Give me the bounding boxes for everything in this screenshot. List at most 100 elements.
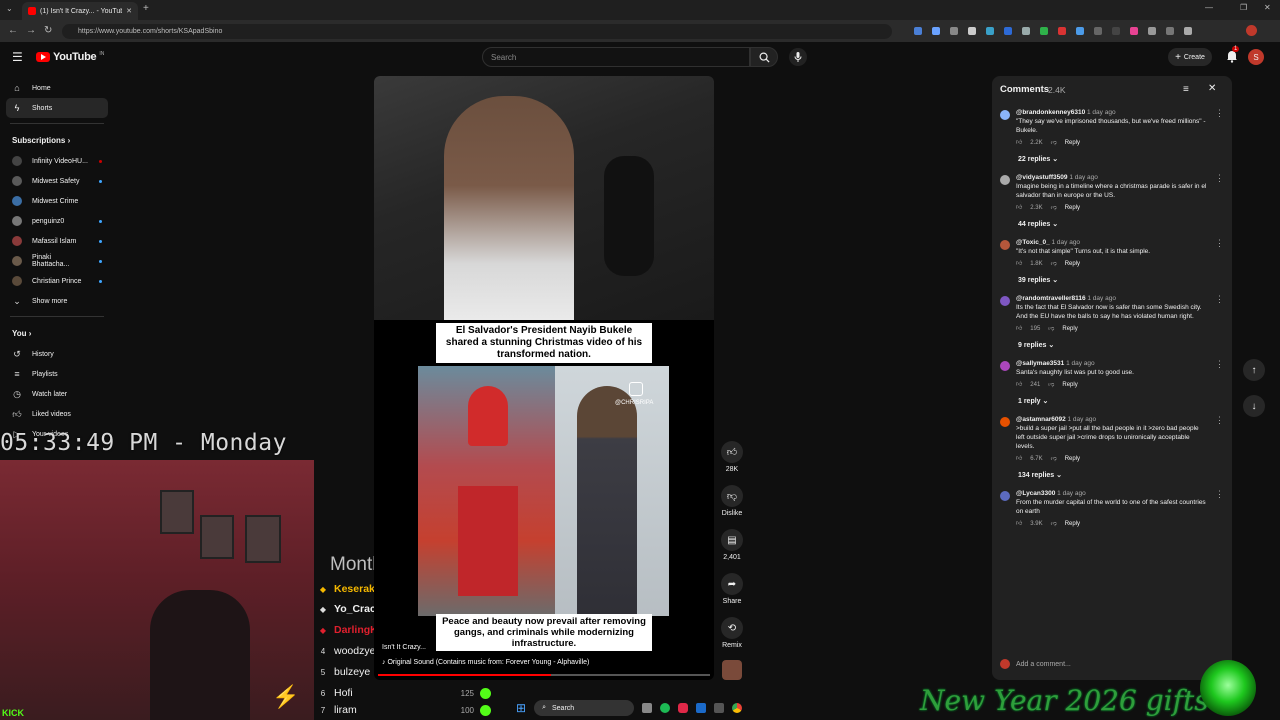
extension-icon[interactable]	[1130, 27, 1138, 35]
remix-button[interactable]: ⟲ Remix	[718, 617, 746, 649]
shorts-video-player[interactable]: El Salvador's President Nayib Bukele sha…	[374, 76, 714, 680]
extension-icon[interactable]	[950, 27, 958, 35]
forward-icon[interactable]: →	[26, 25, 36, 36]
reload-icon[interactable]: ↻	[44, 25, 52, 36]
reply-button[interactable]: Reply	[1065, 204, 1080, 213]
show-more-button[interactable]: ⌄ Show more	[0, 291, 114, 311]
extension-icon[interactable]	[1166, 27, 1174, 35]
sort-icon[interactable]: ≡	[1183, 84, 1189, 95]
subscription-item[interactable]: penguinz0	[0, 211, 114, 231]
extension-icon[interactable]	[1112, 27, 1120, 35]
thumbs-down-icon[interactable]: 👎︎	[1048, 381, 1054, 390]
voice-search-button[interactable]	[789, 48, 807, 66]
thumbs-up-icon[interactable]: 👍︎	[1016, 260, 1022, 269]
next-short-button[interactable]: ↓	[1243, 395, 1265, 417]
add-comment-field[interactable]: Add a comment...	[1000, 659, 1071, 669]
thumbs-up-icon[interactable]: 👍︎	[1016, 325, 1022, 334]
close-tab-icon[interactable]: ✕	[126, 7, 132, 15]
thumbs-down-icon[interactable]: 👎︎	[1051, 455, 1057, 464]
subscription-item[interactable]: Midwest Safety	[0, 171, 114, 191]
more-options-icon[interactable]: ⋮	[1215, 173, 1224, 184]
extension-icon[interactable]	[1040, 27, 1048, 35]
sidebar-item-watch-later[interactable]: ◷ Watch later	[0, 384, 114, 404]
taskbar-search[interactable]: ⌕ Search	[534, 700, 635, 716]
more-options-icon[interactable]: ⋮	[1215, 108, 1224, 119]
video-progress-bar[interactable]	[378, 674, 710, 676]
tab-menu-icon[interactable]: ⌄	[6, 4, 13, 13]
back-icon[interactable]: ←	[8, 25, 18, 36]
commenter-avatar[interactable]	[1000, 296, 1010, 306]
extension-icon[interactable]	[986, 27, 994, 35]
comments-button[interactable]: ▤ 2,401	[718, 529, 746, 561]
comment-author[interactable]: @astamnar6092	[1016, 416, 1066, 423]
more-options-icon[interactable]: ⋮	[1215, 489, 1224, 500]
thumbs-down-icon[interactable]: 👎︎	[1051, 520, 1057, 529]
thumbs-up-icon[interactable]: 👍︎	[1016, 381, 1022, 390]
sidebar-item-shorts[interactable]: ϟ Shorts	[6, 98, 108, 118]
like-button[interactable]: 👍︎ 28K	[718, 441, 746, 473]
extension-icon[interactable]	[1076, 27, 1084, 35]
app-icon[interactable]	[678, 703, 689, 713]
commenter-avatar[interactable]	[1000, 240, 1010, 250]
close-window-icon[interactable]: ✕	[1264, 3, 1271, 12]
address-bar[interactable]: https://www.youtube.com/shorts/KSApadSbi…	[62, 24, 892, 39]
sidebar-item-home[interactable]: ⌂ Home	[0, 78, 114, 98]
reply-button[interactable]: Reply	[1065, 520, 1080, 529]
more-options-icon[interactable]: ⋮	[1215, 294, 1224, 305]
browser-tab[interactable]: (1) Isn't It Crazy... - YouTube ✕	[22, 2, 138, 20]
view-replies-button[interactable]: 9 replies ⌄	[996, 336, 1230, 355]
thumbs-up-icon[interactable]: 👍︎	[1016, 520, 1022, 529]
comment-author[interactable]: @randomtraveller8116	[1016, 295, 1086, 302]
share-button[interactable]: ➦ Share	[718, 573, 746, 605]
channel-name[interactable]: Isn't It Crazy...	[382, 644, 426, 651]
reply-button[interactable]: Reply	[1065, 139, 1080, 148]
account-avatar[interactable]: S	[1248, 49, 1264, 65]
reply-button[interactable]: Reply	[1065, 455, 1080, 464]
thumbs-down-icon[interactable]: 👎︎	[1051, 204, 1057, 213]
hamburger-menu-icon[interactable]: ☰	[12, 50, 23, 64]
create-button[interactable]: + Create	[1168, 48, 1212, 66]
commenter-avatar[interactable]	[1000, 491, 1010, 501]
more-options-icon[interactable]: ⋮	[1215, 415, 1224, 426]
steam-icon[interactable]	[696, 703, 707, 713]
subscription-item[interactable]: Mafassil Islam	[0, 231, 114, 251]
sidebar-item-playlists[interactable]: ≡ Playlists	[0, 364, 114, 384]
previous-short-button[interactable]: ↑	[1243, 359, 1265, 381]
commenter-avatar[interactable]	[1000, 110, 1010, 120]
extension-icon[interactable]	[1058, 27, 1066, 35]
subscription-item[interactable]: Christian Prince	[0, 271, 114, 291]
thumbs-up-icon[interactable]: 👍︎	[1016, 455, 1022, 464]
commenter-avatar[interactable]	[1000, 175, 1010, 185]
sidebar-item-history[interactable]: ↺ History	[0, 344, 114, 364]
subscriptions-heading[interactable]: Subscriptions ›	[0, 129, 114, 151]
view-replies-button[interactable]: 44 replies ⌄	[996, 215, 1230, 234]
thumbs-down-icon[interactable]: 👎︎	[1051, 260, 1057, 269]
extension-icon[interactable]	[1094, 27, 1102, 35]
view-replies-button[interactable]: 1 reply ⌄	[996, 392, 1230, 411]
new-tab-icon[interactable]: +	[143, 3, 149, 14]
reply-button[interactable]: Reply	[1062, 325, 1077, 334]
thumbs-down-icon[interactable]: 👎︎	[1048, 325, 1054, 334]
comment-author[interactable]: @vidyastuff3509	[1016, 174, 1068, 181]
maximize-icon[interactable]: ❐	[1240, 3, 1247, 12]
reply-button[interactable]: Reply	[1065, 260, 1080, 269]
subscription-item[interactable]: Infinity VideoHU...	[0, 151, 114, 171]
sound-thumbnail[interactable]	[722, 660, 742, 680]
windows-start-icon[interactable]: ⊞	[516, 701, 526, 715]
chrome-icon[interactable]	[732, 703, 743, 713]
extension-icon[interactable]	[932, 27, 940, 35]
notifications-button[interactable]: 1	[1225, 46, 1240, 68]
extension-icon[interactable]	[968, 27, 976, 35]
minimize-icon[interactable]: —	[1205, 3, 1213, 12]
comment-author[interactable]: @brandonkenney6310	[1016, 109, 1085, 116]
sidebar-item-liked-videos[interactable]: 👍︎ Liked videos	[0, 404, 114, 424]
view-replies-button[interactable]: 22 replies ⌄	[996, 150, 1230, 169]
extension-icon[interactable]	[914, 27, 922, 35]
extension-icon[interactable]	[1184, 27, 1192, 35]
sound-link[interactable]: ♪ Original Sound (Contains music from: F…	[382, 659, 589, 666]
app-icon[interactable]	[714, 703, 725, 713]
thumbs-down-icon[interactable]: 👎︎	[1051, 139, 1057, 148]
view-replies-button[interactable]: 134 replies ⌄	[996, 466, 1230, 485]
profile-icon[interactable]	[1246, 25, 1257, 36]
comment-author[interactable]: @Toxic_0_	[1016, 239, 1050, 246]
